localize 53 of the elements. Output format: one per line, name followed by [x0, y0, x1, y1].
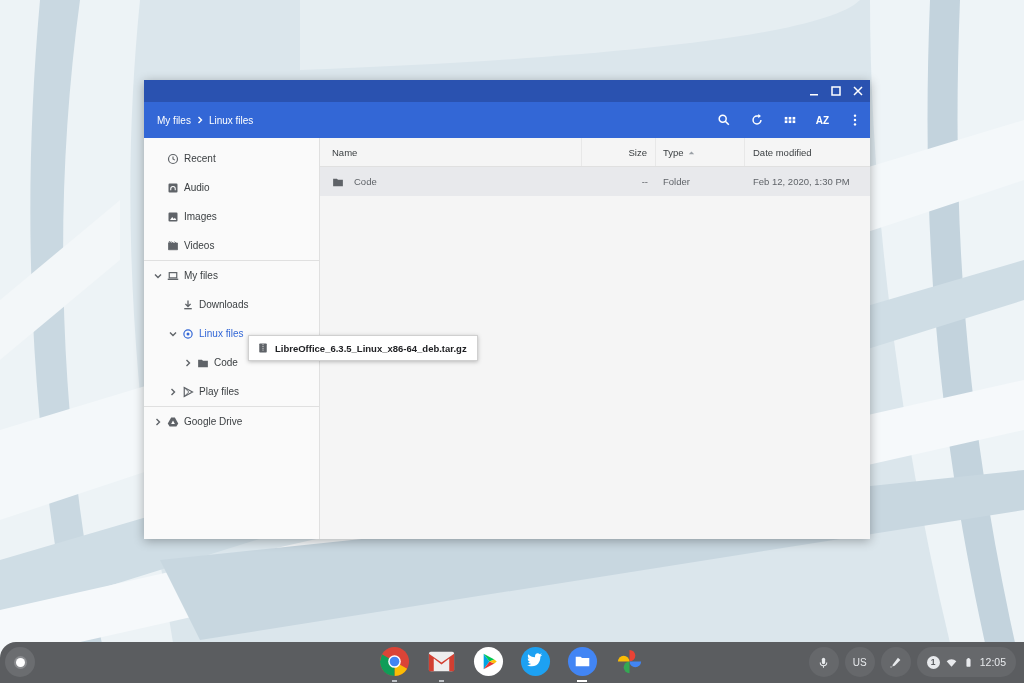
sidebar-item[interactable]: Videos: [184, 240, 215, 251]
column-header[interactable]: Name: [320, 138, 582, 166]
breadcrumb-link[interactable]: Linux files: [208, 114, 254, 126]
column-header[interactable]: Date modified: [745, 138, 870, 166]
sidebar-item[interactable]: Downloads: [199, 299, 249, 310]
sidebar-item[interactable]: Images: [184, 211, 217, 222]
sidebar-item[interactable]: Recent: [184, 153, 216, 164]
sort-button[interactable]: AZ: [815, 114, 829, 126]
file-name: Code: [354, 176, 377, 187]
sidebar-item[interactable]: Code: [214, 357, 238, 368]
chevron-icon[interactable]: [168, 386, 178, 397]
sidebar-item[interactable]: Play files: [199, 386, 239, 397]
bird-icon[interactable]: [519, 646, 551, 677]
audio-icon: [167, 181, 179, 194]
close-icon[interactable]: [852, 85, 864, 97]
download-icon: [182, 298, 194, 311]
search-icon[interactable]: [716, 113, 731, 127]
sidebar-item[interactable]: Linux files: [199, 328, 244, 339]
sidebar-item[interactable]: Google Drive: [184, 416, 243, 427]
notification-count: 1: [926, 655, 940, 669]
file-date: Feb 12, 2020, 1:30 PM: [753, 176, 850, 187]
play-store-icon[interactable]: [472, 646, 504, 677]
laptop-icon: [167, 269, 179, 282]
file-row[interactable]: Code -- Folder Feb 12, 2020, 1:30 PM: [320, 167, 870, 196]
film-icon: [167, 239, 179, 252]
chevron-icon[interactable]: [153, 416, 163, 427]
shelf-app[interactable]: [378, 646, 410, 683]
clock-time: 12:05: [979, 656, 1006, 668]
breadcrumb-link[interactable]: My files: [157, 114, 191, 126]
chevron-icon[interactable]: [183, 357, 193, 368]
drive-icon: [167, 415, 179, 428]
sidebar-item[interactable]: Audio: [184, 182, 210, 193]
clock-icon: [167, 152, 179, 165]
stylus-button[interactable]: [880, 647, 911, 677]
launcher-button[interactable]: [5, 647, 35, 677]
drag-file-name: LibreOffice_6.3.5_Linux_x86-64_deb.tar.gz: [275, 342, 467, 354]
file-size: --: [641, 176, 648, 187]
play-store-icon: [182, 385, 194, 398]
file-type: Folder: [663, 176, 690, 187]
status-area[interactable]: 1 12:05: [916, 647, 1016, 677]
keyboard-layout-button[interactable]: US: [844, 647, 875, 677]
folder-icon[interactable]: [566, 646, 598, 677]
image-icon: [167, 210, 179, 223]
refresh-icon[interactable]: [749, 113, 764, 127]
archive-icon: [257, 342, 269, 354]
column-header[interactable]: Size: [582, 138, 656, 166]
microphone-button[interactable]: [808, 647, 839, 677]
sidebar-item[interactable]: My files: [184, 270, 218, 281]
shelf-app[interactable]: [566, 646, 598, 683]
maximize-icon[interactable]: [830, 85, 842, 97]
wifi-icon: [945, 656, 957, 668]
column-header[interactable]: Type: [656, 138, 745, 166]
chrome-icon[interactable]: [378, 646, 410, 677]
